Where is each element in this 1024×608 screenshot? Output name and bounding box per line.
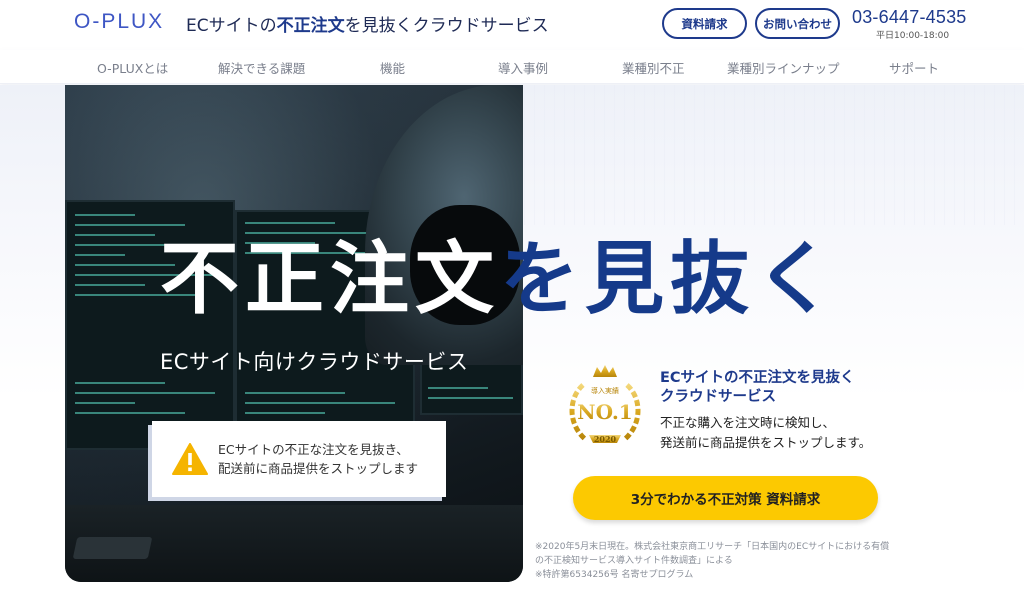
nav-item-industry-lineup[interactable]: 業種別ラインナップ bbox=[727, 58, 840, 77]
nav-item-industry-fraud[interactable]: 業種別不正 bbox=[622, 58, 685, 77]
nav-item-about[interactable]: O-PLUXとは bbox=[97, 58, 168, 77]
nav-item-support[interactable]: サポート bbox=[889, 58, 939, 77]
keyboard bbox=[72, 537, 153, 559]
phone-number[interactable]: 03-6447-4535 bbox=[852, 7, 967, 28]
business-hours: 平日10:00-18:00 bbox=[876, 31, 950, 41]
award-title-line-1: ECサイトの不正注文を見抜く bbox=[660, 370, 855, 386]
tagline-strong: 不正注文 bbox=[276, 16, 345, 36]
award-desc-line-2: 発送前に商品提供をストップします。 bbox=[660, 435, 872, 450]
document-request-button[interactable]: 資料請求 bbox=[662, 8, 747, 39]
footnote-line-3: ※特許第6534256号 名寄せプログラム bbox=[535, 570, 694, 580]
warning-box: ECサイトの不正な注文を見抜き、 配送前に商品提供をストップします bbox=[152, 421, 446, 497]
warning-text: ECサイトの不正な注文を見抜き、 配送前に商品提供をストップします bbox=[218, 440, 418, 478]
nav-item-features[interactable]: 機能 bbox=[380, 58, 405, 77]
award-title: ECサイトの不正注文を見抜く クラウドサービス bbox=[660, 369, 855, 407]
headline-white: 不正注文 bbox=[160, 233, 500, 325]
nav-item-case-studies[interactable]: 導入事例 bbox=[498, 58, 548, 77]
cta-document-request-button[interactable]: 3分でわかる不正対策 資料請求 bbox=[573, 476, 878, 520]
main-nav: O-PLUXとは 解決できる課題 機能 導入事例 業種別不正 業種別ラインナップ… bbox=[0, 50, 1024, 84]
hero-headline: 不正注文を見抜く bbox=[160, 240, 840, 319]
footnote: ※2020年5月末日現在。株式会社東京商工リサーチ「日本国内のECサイトにおける… bbox=[535, 540, 955, 582]
tagline-prefix: ECサイトの bbox=[186, 16, 277, 36]
hero-subhead: ECサイト向けクラウドサービス bbox=[160, 350, 469, 374]
award-desc-line-1: 不正な購入を注文時に検知し、 bbox=[660, 415, 836, 430]
nav-item-issues[interactable]: 解決できる課題 bbox=[218, 58, 305, 77]
tagline-suffix: を見抜くクラウドサービス bbox=[344, 16, 549, 36]
award-small-label: 導入実績 bbox=[591, 386, 619, 395]
site-header: O-PLUX ECサイトの不正注文を見抜くクラウドサービス 資料請求 お問い合わ… bbox=[0, 0, 1024, 50]
award-title-line-2: クラウドサービス bbox=[660, 389, 776, 405]
award-description: 不正な購入を注文時に検知し、 発送前に商品提供をストップします。 bbox=[660, 413, 871, 453]
contact-button[interactable]: お問い合わせ bbox=[755, 8, 840, 39]
header-tagline: ECサイトの不正注文を見抜くクラウドサービス bbox=[186, 11, 549, 36]
award-year: 2020 bbox=[594, 434, 617, 444]
award-main-label: NO.1 bbox=[577, 400, 632, 424]
headline-blue: を見抜く bbox=[500, 233, 840, 325]
warning-line-2: 配送前に商品提供をストップします bbox=[218, 461, 419, 476]
footnote-line-2: の不正検知サービス導入サイト件数調査」による bbox=[535, 556, 733, 566]
warning-icon bbox=[172, 443, 208, 475]
logo[interactable]: O-PLUX bbox=[74, 10, 164, 34]
award-badge-icon: 導入実績 NO.1 2020 bbox=[569, 365, 641, 444]
hero-image-hacker bbox=[65, 85, 523, 582]
footnote-line-1: ※2020年5月末日現在。株式会社東京商工リサーチ「日本国内のECサイトにおける… bbox=[535, 542, 890, 552]
warning-line-1: ECサイトの不正な注文を見抜き、 bbox=[218, 442, 409, 457]
